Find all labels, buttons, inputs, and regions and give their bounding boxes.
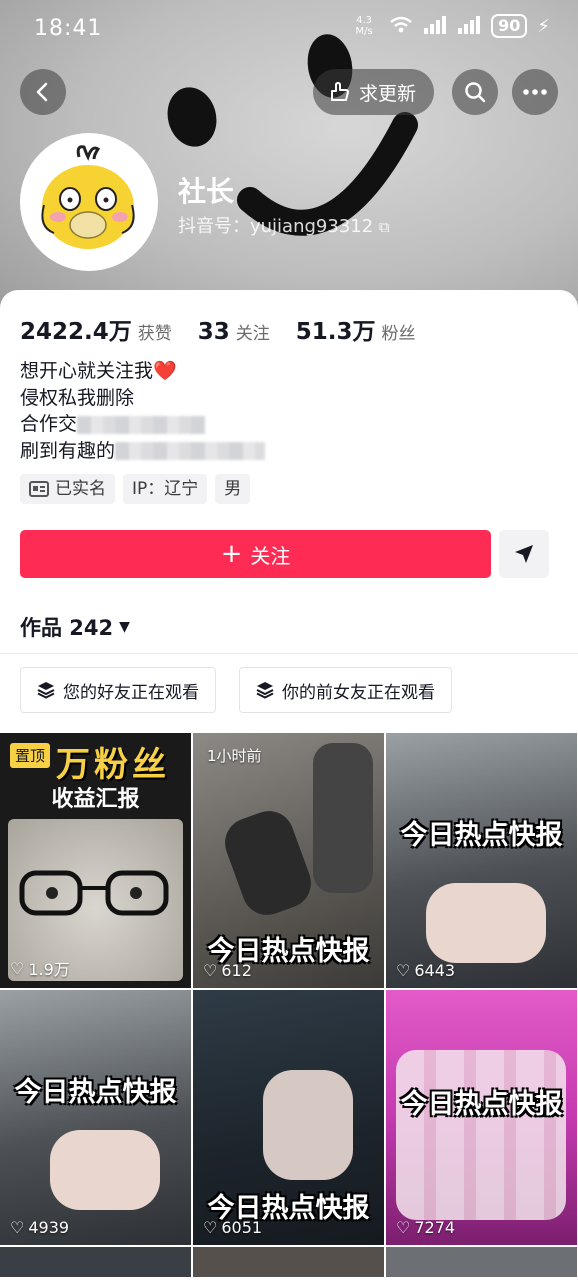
video-thumbnail[interactable]: 今日热点快报 ♡ 4939: [0, 990, 191, 1245]
status-bar: 18:41 4.3 M/s 90 ⚡: [0, 0, 578, 58]
video-thumbnail[interactable]: [386, 1247, 577, 1277]
heart-icon: ♡: [396, 961, 411, 980]
psyduck-avatar-icon: [26, 139, 152, 265]
profile-card: 2422.4万 获赞 33 关注 51.3万 粉丝 想开心就关注我❤️ 侵权私我…: [0, 290, 578, 1280]
tag-verified: 已实名: [20, 474, 115, 504]
works-tab[interactable]: 作品 242 ▼: [20, 612, 130, 642]
video-thumbnail[interactable]: 今日热点快报 ♡ 6443: [386, 733, 577, 988]
overlay-text: 今日热点快报: [400, 820, 563, 851]
bio-line: 侵权私我删除: [20, 386, 135, 409]
like-count: ♡ 612: [203, 961, 252, 980]
plus-icon: +: [220, 539, 243, 569]
likes-label: 获赞: [137, 324, 172, 344]
time-ago: 1小时前: [207, 747, 262, 765]
like-count: ♡ 4939: [10, 1218, 70, 1237]
tag-label: IP：辽宁: [132, 479, 199, 499]
video-thumbnail[interactable]: 今日热点快报 ♡ 6051: [193, 990, 384, 1245]
works-label: 作品 242: [20, 616, 114, 640]
friends-watching-label: 您的好友正在观看: [63, 682, 199, 703]
layers-icon: [37, 682, 55, 699]
like-count: ♡ 6443: [396, 961, 456, 980]
search-icon: [465, 82, 486, 103]
douyin-id[interactable]: 抖音号：yujiang93312 ⧉: [178, 212, 390, 238]
battery-indicator: 90: [491, 14, 528, 38]
heart-icon: ♡: [10, 958, 25, 978]
overlay-text: 今日热点快报: [14, 1077, 177, 1108]
heart-icon: ♡: [203, 961, 218, 980]
avatar[interactable]: [20, 133, 158, 271]
profile-stats: 2422.4万 获赞 33 关注 51.3万 粉丝: [20, 312, 416, 346]
clock: 18:41: [34, 16, 103, 41]
tag-gender: 男: [215, 474, 251, 504]
share-button[interactable]: [499, 530, 549, 578]
following-count[interactable]: 33: [198, 319, 230, 345]
douyin-id-text: 抖音号：yujiang93312: [178, 216, 374, 237]
chevron-left-icon: [36, 82, 48, 102]
ex-watching-label: 你的前女友正在观看: [282, 682, 435, 703]
overlay-text: 今日热点快报: [400, 1089, 563, 1120]
heart-icon: ♡: [10, 1218, 25, 1237]
friends-watching-button[interactable]: 您的好友正在观看: [20, 667, 216, 713]
video-thumbnail[interactable]: 1小时前 今日热点快报 ♡ 612: [193, 733, 384, 988]
more-dots-icon: [523, 89, 547, 95]
followers-count[interactable]: 51.3万: [296, 312, 376, 346]
bio: 想开心就关注我❤️ 侵权私我删除 合作交 刷到有趣的: [20, 358, 266, 464]
hand-point-icon: [331, 82, 349, 101]
tag-label: 已实名: [55, 479, 106, 499]
bio-line: 想开心就关注我❤️: [20, 360, 177, 382]
video-thumbnail[interactable]: 今日热点快报 ♡ 7274: [386, 990, 577, 1245]
back-button[interactable]: [20, 69, 66, 115]
blurred-text: [115, 442, 266, 460]
send-icon: [515, 545, 533, 563]
pinned-badge: 置顶: [10, 743, 51, 768]
charging-icon: ⚡: [537, 15, 550, 37]
ex-watching-button[interactable]: 你的前女友正在观看: [239, 667, 452, 713]
blurred-text: [77, 415, 206, 434]
wifi-icon: [389, 16, 413, 37]
caret-down-icon: ▼: [119, 619, 130, 635]
follow-label: 关注: [250, 543, 291, 568]
more-button[interactable]: [512, 69, 558, 115]
like-count: ♡ 6051: [203, 1218, 263, 1237]
following-label[interactable]: 关注: [236, 319, 270, 344]
like-count: ♡ 1.9万: [10, 958, 70, 980]
video-thumbnail[interactable]: 置顶 万粉丝 收益汇报 ♡ 1.9万: [0, 733, 191, 988]
request-update-button[interactable]: 求更新: [313, 69, 435, 115]
divider: [0, 653, 578, 654]
like-count: ♡ 7274: [396, 1218, 456, 1237]
id-card-icon: [29, 481, 49, 497]
heart-icon: ♡: [203, 1218, 218, 1237]
profile-tags: 已实名 IP：辽宁 男: [20, 474, 251, 504]
video-thumbnail[interactable]: [193, 1247, 384, 1277]
signal-icon-2: [457, 15, 481, 37]
net-speed: 4.3 M/s: [355, 15, 373, 37]
overlay-subtitle: 收益汇报: [51, 787, 140, 812]
video-thumbnail[interactable]: [0, 1247, 191, 1277]
tag-ip: IP：辽宁: [123, 474, 208, 504]
layers-icon: [256, 682, 274, 699]
copy-icon[interactable]: ⧉: [379, 218, 390, 236]
heart-icon: ♡: [396, 1218, 411, 1237]
tag-label: 男: [224, 479, 242, 499]
bio-line: 刷到有趣的: [20, 439, 116, 462]
signal-icon: [423, 15, 447, 37]
overlay-title: 万粉丝: [56, 745, 170, 785]
nickname: 社长: [178, 175, 235, 208]
search-button[interactable]: [452, 69, 498, 115]
request-update-label: 求更新: [359, 82, 417, 105]
follow-button[interactable]: + 关注: [20, 530, 491, 578]
bio-line: 合作交: [20, 413, 78, 435]
followers-label[interactable]: 粉丝: [382, 319, 416, 344]
likes-count: 2422.4万: [20, 319, 132, 345]
